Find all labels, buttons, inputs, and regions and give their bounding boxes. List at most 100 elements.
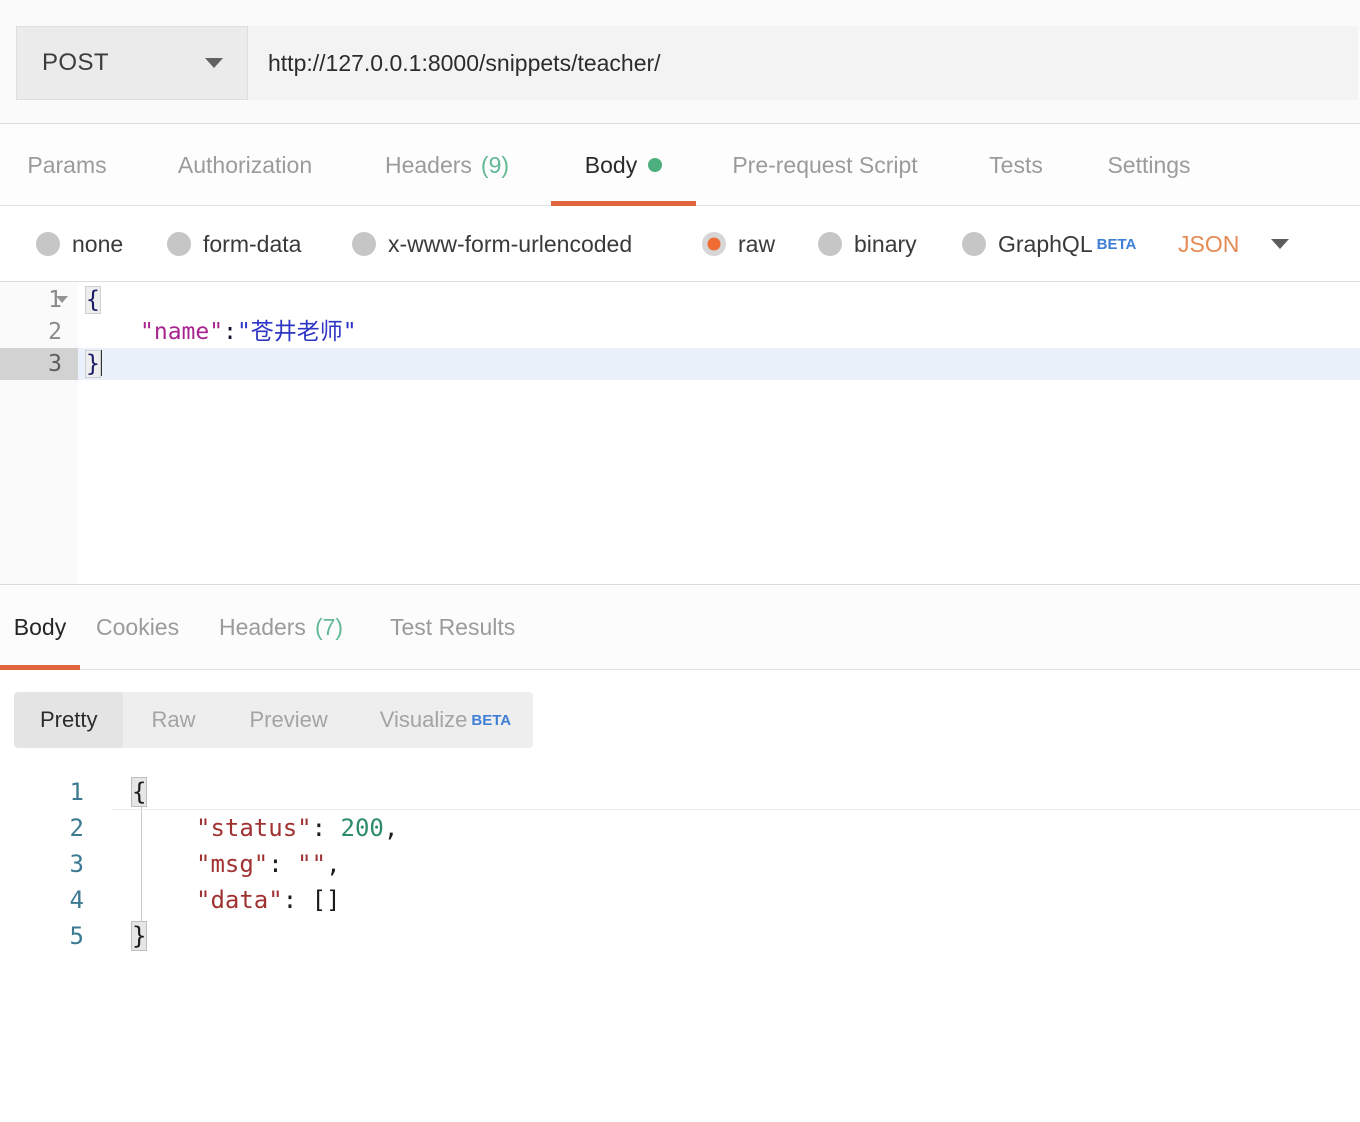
radio-selected-icon: [702, 232, 726, 256]
http-method-select[interactable]: POST: [16, 26, 248, 100]
tab-settings-label: Settings: [1107, 151, 1191, 178]
postman-request-response-pane: POST http://127.0.0.1:8000/snippets/teac…: [0, 0, 1360, 1122]
request-tab-bar: Params Authorization Headers (9) Body Pr…: [0, 124, 1360, 206]
tab-tests-label: Tests: [989, 151, 1043, 178]
view-mode-pretty[interactable]: Pretty: [14, 692, 124, 748]
response-code-line: 2 "status": 200,: [0, 810, 1360, 846]
request-code-line: 2 "name":"苍井老师": [0, 316, 1360, 348]
code-fold-toggle-icon[interactable]: [56, 296, 68, 303]
response-tab-headers[interactable]: Headers (7): [219, 585, 359, 670]
body-type-binary-label: binary: [854, 230, 917, 257]
response-tab-test-results[interactable]: Test Results: [390, 585, 530, 670]
line-number: 2: [48, 319, 62, 345]
request-json-key: "name": [140, 319, 224, 345]
chevron-down-icon: [205, 58, 223, 68]
request-close-brace: }: [85, 350, 101, 378]
body-type-none-label: none: [72, 230, 124, 257]
graphql-beta-badge: BETA: [1096, 235, 1137, 253]
view-mode-raw[interactable]: Raw: [123, 692, 223, 748]
body-type-row: none form-data x-www-form-urlencoded raw…: [0, 206, 1360, 282]
response-close-brace: }: [130, 921, 148, 951]
request-code-line-active: 3 }: [0, 348, 1360, 380]
response-value-msg: "": [297, 850, 327, 878]
tab-headers[interactable]: Headers (9): [378, 124, 516, 206]
view-mode-visualize-label: Visualize: [379, 707, 468, 732]
response-colon: :: [282, 886, 298, 914]
tab-params-label: Params: [27, 151, 107, 178]
body-has-content-dot-icon: [648, 158, 663, 172]
body-type-x-www-form-urlencoded[interactable]: x-www-form-urlencoded: [352, 206, 632, 282]
visualize-beta-badge: BETA: [471, 711, 512, 729]
response-comma: ,: [383, 814, 399, 842]
body-type-graphql[interactable]: GraphQL BETA: [962, 206, 1136, 282]
view-mode-raw-label: Raw: [151, 707, 196, 732]
response-tab-cookies[interactable]: Cookies: [96, 585, 192, 670]
response-code-line: 4 "data": []: [0, 882, 1360, 918]
tab-params[interactable]: Params: [22, 124, 112, 206]
tab-pre-request-script-label: Pre-request Script: [732, 151, 918, 178]
radio-icon: [167, 232, 191, 256]
body-type-raw-label: raw: [738, 230, 776, 257]
response-key-status: "status": [196, 814, 312, 842]
response-colon: :: [268, 850, 283, 878]
response-comma: ,: [326, 850, 341, 878]
response-body-viewer[interactable]: 1 { 2 "status": 200, 3 "msg": "", 4 "dat…: [0, 770, 1360, 1122]
tab-body[interactable]: Body: [551, 124, 696, 206]
response-code-line: 1 {: [0, 774, 1360, 810]
response-colon: :: [311, 814, 327, 842]
raw-format-label: JSON: [1178, 230, 1240, 257]
response-code-line: 3 "msg": "",: [0, 846, 1360, 882]
response-tab-cookies-label: Cookies: [96, 614, 180, 640]
request-open-brace: {: [85, 286, 101, 314]
body-type-form-data[interactable]: form-data: [167, 206, 301, 282]
request-code-line: 1 {: [0, 284, 1360, 316]
line-number: 3: [0, 348, 78, 380]
body-type-form-data-label: form-data: [203, 230, 302, 257]
response-open-brace: {: [130, 777, 148, 807]
line-number: 3: [69, 850, 84, 878]
view-mode-visualize[interactable]: Visualize BETA: [354, 692, 533, 748]
response-tab-test-results-label: Test Results: [390, 614, 516, 640]
view-mode-preview[interactable]: Preview: [223, 692, 353, 748]
body-type-graphql-label: GraphQL: [998, 230, 1093, 257]
tab-headers-count: (9): [480, 151, 510, 178]
tab-pre-request-script[interactable]: Pre-request Script: [722, 124, 928, 206]
tab-tests[interactable]: Tests: [985, 124, 1047, 206]
raw-format-select[interactable]: JSON: [1178, 206, 1290, 282]
view-mode-preview-label: Preview: [249, 707, 328, 732]
response-tab-bar: Body Cookies Headers (7) Test Results: [0, 584, 1360, 670]
response-key-data: "data": [196, 886, 283, 914]
request-json-colon: :: [223, 319, 237, 345]
body-type-binary[interactable]: binary: [818, 206, 917, 282]
url-input[interactable]: http://127.0.0.1:8000/snippets/teacher/: [248, 26, 1358, 100]
tab-authorization-label: Authorization: [177, 151, 313, 178]
response-toolbar: Pretty Raw Preview Visualize BETA JSON: [0, 670, 1360, 770]
http-method-label: POST: [42, 49, 109, 76]
response-code-line: 5 }: [0, 918, 1360, 954]
response-tab-headers-label: Headers: [219, 614, 306, 640]
response-tab-body-label: Body: [13, 614, 67, 640]
url-bar: POST http://127.0.0.1:8000/snippets/teac…: [0, 0, 1360, 124]
tab-settings[interactable]: Settings: [1101, 124, 1197, 206]
body-type-x-www-form-urlencoded-label: x-www-form-urlencoded: [388, 230, 633, 257]
request-body-editor[interactable]: 1 { 2 "name":"苍井老师" 3 }: [0, 282, 1360, 584]
radio-icon: [818, 232, 842, 256]
line-number: 2: [69, 814, 84, 842]
line-number: 1: [69, 778, 84, 806]
body-type-raw[interactable]: raw: [702, 206, 775, 282]
response-key-msg: "msg": [196, 850, 269, 878]
response-value-data: []: [311, 886, 341, 914]
radio-icon: [352, 232, 376, 256]
response-tab-headers-count: (7): [314, 614, 344, 640]
radio-icon: [36, 232, 60, 256]
request-json-value: "苍井老师": [236, 319, 357, 345]
text-cursor: [99, 350, 102, 376]
view-mode-pretty-label: Pretty: [40, 707, 98, 732]
line-number: 4: [69, 886, 84, 914]
body-type-none[interactable]: none: [36, 206, 123, 282]
line-number: 5: [69, 922, 84, 950]
chevron-down-icon: [1271, 239, 1290, 249]
response-tab-body[interactable]: Body: [0, 585, 80, 670]
tab-authorization[interactable]: Authorization: [166, 124, 324, 206]
radio-icon: [962, 232, 986, 256]
